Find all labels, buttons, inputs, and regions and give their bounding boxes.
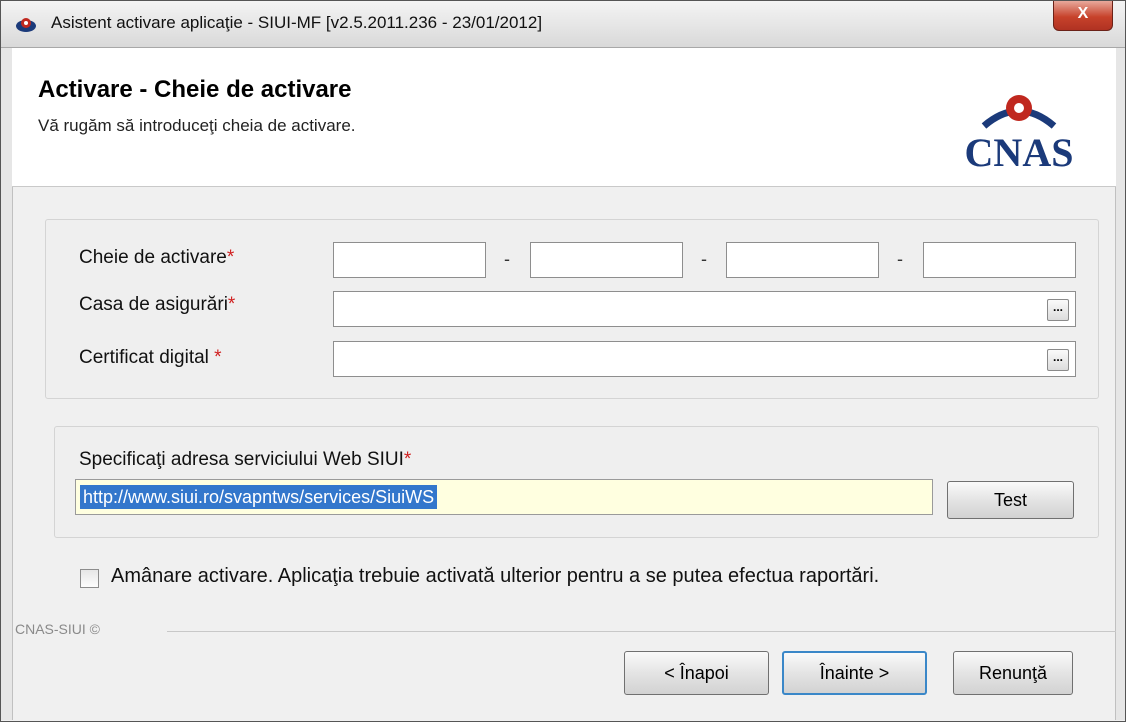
insurance-house-label: Casa de asigurări* — [79, 294, 236, 315]
close-button[interactable]: X — [1053, 1, 1113, 31]
test-button[interactable]: Test — [947, 481, 1074, 519]
cancel-button[interactable]: Renunţă — [953, 651, 1073, 695]
activation-wizard-window: Asistent activare aplicaţie - SIUI-MF [v… — [0, 0, 1126, 722]
activation-key-part-4[interactable] — [923, 242, 1076, 278]
activation-key-part-1[interactable] — [333, 242, 486, 278]
insurance-house-field[interactable]: ... — [333, 291, 1076, 327]
postpone-activation-label[interactable]: Amânare activare. Aplicaţia trebuie acti… — [111, 565, 879, 588]
web-service-label: Specificaţi adresa serviciului Web SIUI* — [79, 449, 412, 470]
footer-brand: CNAS-SIUI © — [15, 621, 100, 637]
digital-certificate-browse-button[interactable]: ... — [1047, 349, 1069, 371]
key-separator: - — [701, 249, 707, 269]
svg-text:CNAS: CNAS — [965, 130, 1074, 175]
cnas-logo: CNAS — [965, 95, 1074, 175]
web-service-url-value: http://www.siui.ro/svapntws/services/Siu… — [80, 485, 438, 509]
activation-key-label: Cheie de activare* — [79, 247, 235, 268]
title-bar[interactable]: Asistent activare aplicaţie - SIUI-MF [v… — [1, 1, 1125, 48]
postpone-activation-checkbox[interactable] — [80, 569, 99, 588]
key-separator: - — [504, 249, 510, 269]
digital-certificate-label: Certificat digital * — [79, 347, 222, 368]
activation-key-part-3[interactable] — [726, 242, 879, 278]
page-subtitle: Vă rugăm să introduceţi cheia de activar… — [38, 116, 356, 135]
activation-key-part-2[interactable] — [530, 242, 683, 278]
app-icon — [16, 18, 36, 32]
footer-divider — [167, 631, 1116, 632]
digital-certificate-field[interactable]: ... — [333, 341, 1076, 377]
key-separator: - — [897, 249, 903, 269]
window-title: Asistent activare aplicaţie - SIUI-MF [v… — [51, 13, 543, 32]
next-button[interactable]: Înainte > — [782, 651, 927, 695]
window-right-border — [1115, 48, 1125, 720]
insurance-house-browse-button[interactable]: ... — [1047, 299, 1069, 321]
back-button[interactable]: < Înapoi — [624, 651, 769, 695]
wizard-header: Activare - Cheie de activare Vă rugăm să… — [12, 48, 1116, 187]
page-title: Activare - Cheie de activare — [38, 76, 352, 103]
web-service-url-input[interactable]: http://www.siui.ro/svapntws/services/Siu… — [75, 479, 933, 515]
close-icon: X — [1077, 5, 1089, 22]
